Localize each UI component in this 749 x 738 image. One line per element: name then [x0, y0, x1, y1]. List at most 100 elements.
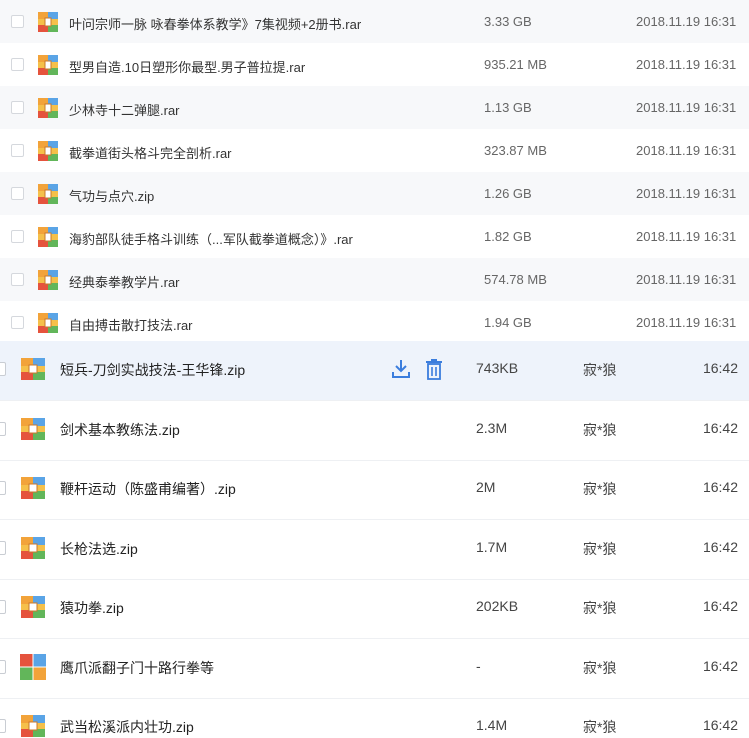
row-checkbox[interactable]: [0, 600, 6, 614]
file-name[interactable]: 长枪法选.zip: [60, 539, 138, 559]
row-checkbox[interactable]: [11, 101, 24, 114]
trash-icon[interactable]: [424, 358, 444, 380]
row-checkbox[interactable]: [0, 719, 6, 733]
archive-icon: [20, 356, 46, 382]
file-size: 574.78 MB: [484, 272, 547, 287]
archive-icon: [38, 12, 58, 32]
file-name[interactable]: 少林寺十二弹腿.rar: [69, 100, 180, 119]
file-row[interactable]: 短兵-刀剑实战技法-王华锋.zip 743KB 寂*狼 16:42: [0, 341, 749, 401]
file-date: 2018.11.19 16:31: [636, 57, 737, 72]
file-name[interactable]: 剑术基本教练法.zip: [60, 420, 180, 440]
file-owner: 寂*狼: [583, 540, 617, 557]
file-row[interactable]: 叶问宗师一脉 咏春拳体系教学》7集视频+2册书.rar 3.33 GB 2018.1…: [0, 0, 749, 43]
file-size: 2.3M: [476, 419, 508, 436]
file-row[interactable]: 鞭杆运动（陈盛甫编著）.zip 2M 寂*狼 16:42: [0, 460, 749, 520]
archive-icon: [20, 535, 46, 561]
file-name[interactable]: 气功与点穴.zip: [69, 186, 154, 205]
file-row[interactable]: 海豹部队徒手格斗训练（...军队截拳道概念）》.rar 1.82 GB 2018.1…: [0, 215, 749, 258]
archive-icon: [38, 141, 58, 161]
row-checkbox[interactable]: [11, 15, 24, 28]
row-actions: [391, 358, 444, 380]
file-owner: 寂*狼: [583, 719, 617, 735]
file-row[interactable]: 型男自造.10日塑形你最型.男子普拉提.rar 935.21 MB 2018.11.…: [0, 43, 749, 86]
file-size: 323.87 MB: [484, 143, 547, 158]
row-checkbox[interactable]: [11, 187, 24, 200]
file-size: 2M: [476, 479, 496, 495]
row-checkbox[interactable]: [0, 659, 6, 674]
archive-icon: [38, 184, 58, 204]
archive-icon: [38, 227, 58, 247]
file-name[interactable]: 经典泰拳教学片.rar: [69, 272, 180, 291]
file-row[interactable]: 自由搏击散打技法.rar 1.94 GB 2018.11.19 16:31: [0, 301, 749, 344]
file-date: 2018.11.19 16:31: [636, 143, 737, 158]
file-name[interactable]: 型男自造.10日塑形你最型.男子普拉提.rar: [69, 57, 305, 76]
file-owner: 寂*狼: [583, 600, 617, 616]
file-date: 2018.11.19 16:31: [636, 186, 737, 201]
archive-icon: [38, 55, 58, 75]
file-time: 16:42: [702, 538, 738, 555]
file-size: 1.26 GB: [484, 186, 532, 201]
file-time: 16:42: [702, 598, 738, 614]
file-owner: 寂*狼: [583, 659, 617, 676]
file-date: 2018.11.19 16:31: [636, 272, 737, 287]
file-date: 2018.11.19 16:31: [636, 14, 737, 29]
archive-icon: [20, 594, 46, 620]
folder-grid-icon: [20, 653, 46, 680]
archive-icon: [38, 313, 58, 333]
archive-icon: [20, 416, 46, 442]
file-row[interactable]: 气功与点穴.zip 1.26 GB 2018.11.19 16:31: [0, 172, 749, 215]
file-row[interactable]: 长枪法选.zip 1.7M 寂*狼 16:42: [0, 520, 749, 580]
file-name[interactable]: 自由搏击散打技法.rar: [69, 315, 193, 334]
file-size: 935.21 MB: [484, 57, 547, 72]
file-name[interactable]: 截拳道街头格斗完全剖析.rar: [69, 143, 232, 162]
archive-icon: [20, 475, 46, 501]
file-time: 16:42: [702, 657, 738, 674]
row-checkbox[interactable]: [0, 362, 6, 376]
file-size: 1.13 GB: [484, 100, 532, 115]
row-checkbox[interactable]: [11, 230, 24, 243]
file-name[interactable]: 武当松溪派内壮功.zip: [60, 717, 194, 737]
file-size: 1.82 GB: [484, 229, 532, 244]
file-owner: 寂*狼: [583, 481, 617, 497]
row-checkbox[interactable]: [11, 316, 24, 329]
file-date: 2018.11.19 16:31: [636, 315, 737, 330]
file-size: 3.33 GB: [484, 14, 532, 29]
file-size: 1.7M: [476, 538, 508, 555]
file-time: 16:42: [702, 717, 738, 733]
file-owner: 寂*狼: [583, 362, 617, 378]
archive-icon: [38, 270, 58, 290]
file-name[interactable]: 鞭杆运动（陈盛甫编著）.zip: [60, 479, 236, 499]
file-time: 16:42: [702, 360, 738, 376]
file-name[interactable]: 叶问宗师一脉 咏春拳体系教学》7集视频+2册书.rar: [69, 14, 361, 33]
file-name[interactable]: 鹰爪派翻子门十路行拳等: [60, 658, 214, 678]
download-icon[interactable]: [391, 358, 411, 380]
file-size: -: [476, 657, 481, 674]
file-date: 2018.11.19 16:31: [636, 229, 737, 244]
file-row[interactable]: 鹰爪派翻子门十路行拳等 - 寂*狼 16:42: [0, 639, 749, 699]
file-size: 1.94 GB: [484, 315, 532, 330]
file-time: 16:42: [702, 419, 738, 436]
file-size: 1.4M: [476, 717, 508, 733]
file-row[interactable]: 剑术基本教练法.zip 2.3M 寂*狼 16:42: [0, 401, 749, 461]
file-row[interactable]: 武当松溪派内壮功.zip 1.4M 寂*狼 16:42: [0, 698, 749, 738]
file-name[interactable]: 短兵-刀剑实战技法-王华锋.zip: [60, 360, 245, 380]
file-name[interactable]: 海豹部队徒手格斗训练（...军队截拳道概念）》.rar: [69, 229, 353, 248]
file-time: 16:42: [702, 479, 738, 495]
file-name[interactable]: 猿功拳.zip: [60, 598, 124, 618]
row-checkbox[interactable]: [0, 540, 6, 555]
row-checkbox[interactable]: [11, 144, 24, 157]
file-date: 2018.11.19 16:31: [636, 100, 737, 115]
row-checkbox[interactable]: [0, 481, 6, 495]
file-row[interactable]: 少林寺十二弹腿.rar 1.13 GB 2018.11.19 16:31: [0, 86, 749, 129]
file-row[interactable]: 截拳道街头格斗完全剖析.rar 323.87 MB 2018.11.19 16:31: [0, 129, 749, 172]
archive-icon: [20, 713, 46, 738]
file-row[interactable]: 猿功拳.zip 202KB 寂*狼 16:42: [0, 579, 749, 639]
archive-icon: [38, 98, 58, 118]
file-size: 202KB: [476, 598, 519, 614]
row-checkbox[interactable]: [11, 58, 24, 71]
file-owner: 寂*狼: [583, 421, 617, 438]
file-row[interactable]: 经典泰拳教学片.rar 574.78 MB 2018.11.19 16:31: [0, 258, 749, 301]
row-checkbox[interactable]: [11, 273, 24, 286]
row-checkbox[interactable]: [0, 421, 6, 436]
file-size: 743KB: [476, 360, 519, 376]
